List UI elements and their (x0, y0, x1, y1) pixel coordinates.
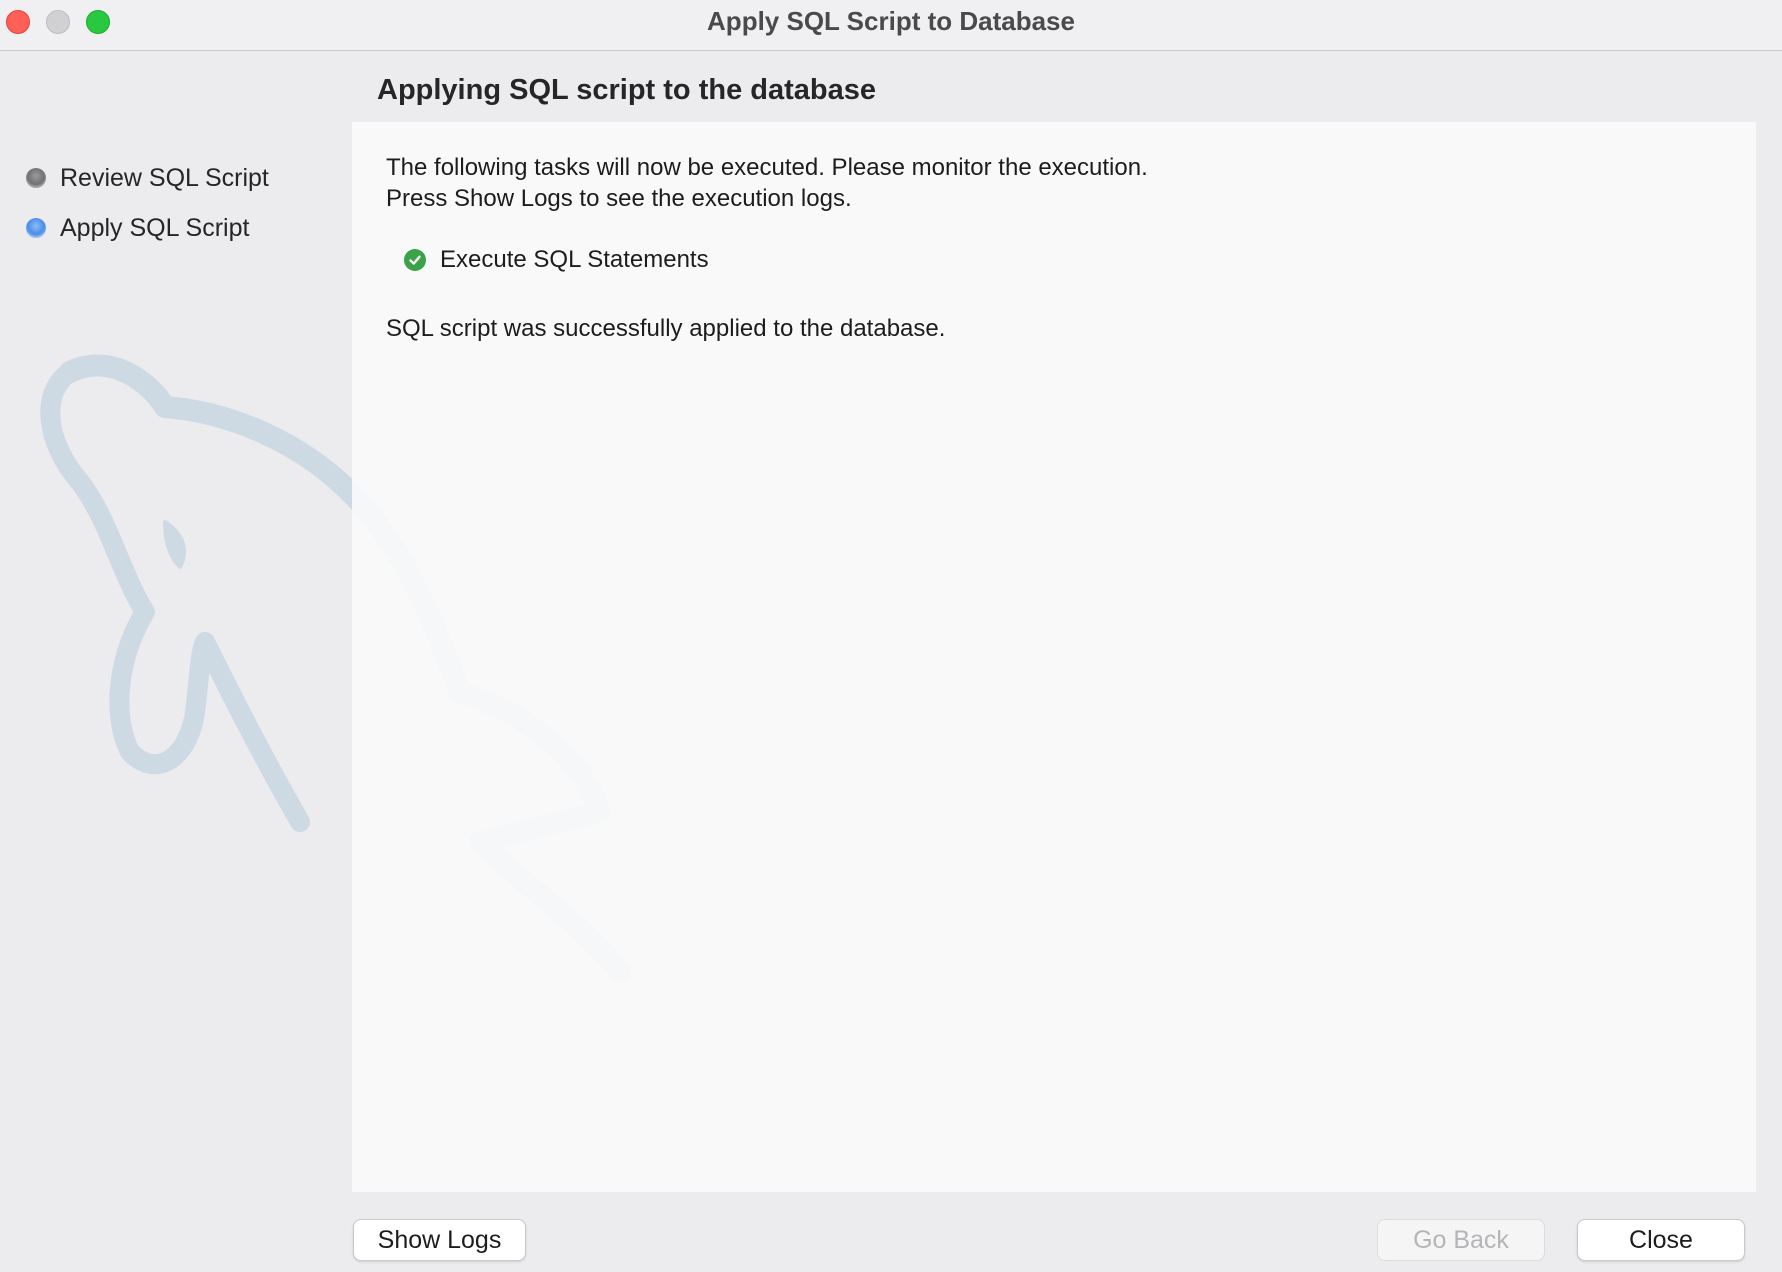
close-button[interactable]: Close (1577, 1219, 1745, 1261)
step-active-icon (26, 218, 46, 238)
wizard-sidebar: Review SQL Script Apply SQL Script (0, 52, 631, 1272)
task-item-execute-sql-statements: Execute SQL Statements (404, 246, 709, 274)
wizard-step-apply-sql-script: Apply SQL Script (26, 210, 249, 246)
title-bar: Apply SQL Script to Database (0, 0, 1782, 51)
step-complete-icon (26, 168, 46, 188)
show-logs-button[interactable]: Show Logs (353, 1219, 526, 1261)
step-label: Review SQL Script (60, 163, 269, 192)
page-title: Applying SQL script to the database (377, 74, 876, 106)
task-label: Execute SQL Statements (440, 246, 709, 273)
result-message: SQL script was successfully applied to t… (386, 315, 946, 342)
check-circle-icon (404, 249, 426, 271)
content-panel: The following tasks will now be executed… (352, 122, 1756, 1192)
window-title: Apply SQL Script to Database (707, 6, 1075, 36)
wizard-step-review-sql-script: Review SQL Script (26, 160, 269, 196)
go-back-button[interactable]: Go Back (1377, 1219, 1545, 1261)
instructions-line-1: The following tasks will now be executed… (386, 154, 1148, 181)
instructions-line-2: Press Show Logs to see the execution log… (386, 185, 852, 212)
instructions: The following tasks will now be executed… (386, 152, 1148, 214)
step-label: Apply SQL Script (60, 213, 250, 242)
